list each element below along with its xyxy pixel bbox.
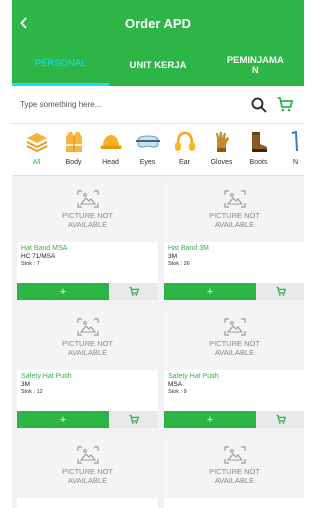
product-card[interactable]: PICTURE NOT AVAILABLE Safety Hat Putih 3… xyxy=(17,306,158,428)
image-placeholder-icon xyxy=(223,446,246,464)
app-header: Order APD xyxy=(12,0,304,46)
product-name: Hat Band MSA xyxy=(21,245,68,252)
goggles-icon xyxy=(135,135,160,148)
vest-icon xyxy=(65,132,82,152)
no-picture-text: PICTURE NOT AVAILABLE xyxy=(62,467,113,485)
add-to-cart-button[interactable] xyxy=(256,411,304,428)
product-info: Safety Hat Putih MSA Stok : 9 xyxy=(164,370,304,411)
glove-icon xyxy=(215,132,229,152)
product-image-placeholder: PICTURE NOT AVAILABLE xyxy=(164,178,304,242)
product-stock: Stok : 9 xyxy=(168,389,187,396)
hard-hat-icon xyxy=(100,135,121,149)
product-card[interactable]: PICTURE NOT AVAILABLE Safety Hat Putih M… xyxy=(164,306,304,428)
category-all[interactable]: All xyxy=(18,130,55,166)
category-boots[interactable]: Boots xyxy=(240,130,277,166)
page-title: Order APD xyxy=(125,15,191,31)
product-card[interactable]: PICTURE NOT AVAILABLE xyxy=(164,434,304,508)
category-ear[interactable]: Ear xyxy=(166,130,203,166)
product-info: Hat Band MSA HC 71/MSA Stok : 7 xyxy=(17,242,158,283)
category-gloves[interactable]: Gloves xyxy=(203,130,240,166)
product-name: Hat Band 3M xyxy=(168,245,209,252)
category-label: Eyes xyxy=(139,159,156,166)
product-card[interactable]: PICTURE NOT AVAILABLE xyxy=(17,434,158,508)
product-grid: PICTURE NOT AVAILABLE Hat Band MSA HC 71… xyxy=(17,178,304,508)
card-actions: + xyxy=(17,283,158,300)
product-name: Safety Hat Putih xyxy=(21,373,72,380)
search-bar xyxy=(12,86,304,124)
boot-icon xyxy=(251,132,267,152)
image-placeholder-icon xyxy=(76,446,99,464)
card-actions: + xyxy=(17,411,158,428)
add-to-cart-button[interactable] xyxy=(109,283,158,300)
add-to-cart-button[interactable] xyxy=(109,411,158,428)
image-placeholder-icon xyxy=(223,190,246,208)
product-info: Safety Hat Putih 3M Stok : 12 xyxy=(17,370,158,411)
product-brand: HC 71/MSA xyxy=(21,253,56,261)
search-button[interactable] xyxy=(246,92,272,118)
no-picture-text: PICTURE NOT AVAILABLE xyxy=(209,211,260,229)
image-placeholder-icon xyxy=(76,190,99,208)
product-brand: 3M xyxy=(168,253,178,261)
product-stock: Stok : 12 xyxy=(21,389,43,396)
product-stock: Stok : 7 xyxy=(21,261,40,268)
category-label: Gloves xyxy=(210,159,233,166)
category-label: All xyxy=(32,159,41,166)
category-more[interactable]: N xyxy=(277,130,304,166)
no-picture-text: PICTURE NOT AVAILABLE xyxy=(209,339,260,357)
product-image-placeholder: PICTURE NOT AVAILABLE xyxy=(164,434,304,498)
order-apd-screen: Order APD PERSONAL UNIT KERJA PEMINJAMA … xyxy=(12,0,304,508)
cart-icon xyxy=(129,415,139,424)
cart-icon xyxy=(276,415,286,424)
product-image-placeholder: PICTURE NOT AVAILABLE xyxy=(164,306,304,370)
add-button[interactable]: + xyxy=(17,411,109,428)
product-image-placeholder: PICTURE NOT AVAILABLE xyxy=(17,178,158,242)
left-edge xyxy=(0,0,12,508)
earmuff-icon xyxy=(174,131,195,151)
no-picture-text: PICTURE NOT AVAILABLE xyxy=(209,467,260,485)
product-brand: MSA xyxy=(168,381,183,389)
cart-icon xyxy=(276,287,286,296)
cart-icon xyxy=(129,287,139,296)
tab-bar: PERSONAL UNIT KERJA PEMINJAMA N xyxy=(12,46,304,86)
no-picture-text: PICTURE NOT AVAILABLE xyxy=(62,339,113,357)
category-label: Head xyxy=(102,159,119,166)
tab-personal[interactable]: PERSONAL xyxy=(12,46,110,86)
image-placeholder-icon xyxy=(223,318,246,336)
cart-icon xyxy=(277,97,293,112)
product-card[interactable]: PICTURE NOT AVAILABLE Hat Band MSA HC 71… xyxy=(17,178,158,300)
category-body[interactable]: Body xyxy=(55,130,92,166)
category-strip: All Body Head Eyes Ear Gloves Boots N xyxy=(12,124,304,176)
search-input[interactable] xyxy=(20,100,246,109)
add-to-cart-button[interactable] xyxy=(256,283,304,300)
tab-unit-kerja[interactable]: UNIT KERJA xyxy=(109,46,206,86)
chevron-left-icon xyxy=(20,17,27,29)
category-label: Ear xyxy=(179,159,190,166)
add-button[interactable]: + xyxy=(17,283,109,300)
product-stock: Stok : 26 xyxy=(168,261,190,268)
category-label: Boots xyxy=(249,159,268,166)
add-button[interactable]: + xyxy=(164,411,256,428)
add-button[interactable]: + xyxy=(164,283,256,300)
cart-button[interactable] xyxy=(272,92,298,118)
category-label: Body xyxy=(65,159,82,166)
category-head[interactable]: Head xyxy=(92,130,129,166)
tab-peminjaman[interactable]: PEMINJAMA N xyxy=(207,46,304,86)
category-label: N xyxy=(292,159,299,166)
product-info: Hat Band 3M 3M Stok : 26 xyxy=(164,242,304,283)
product-name: Safety Hat Putih xyxy=(168,373,219,380)
more-icon xyxy=(291,131,298,152)
layers-icon xyxy=(26,133,47,152)
product-image-placeholder: PICTURE NOT AVAILABLE xyxy=(17,306,158,370)
card-actions: + xyxy=(164,283,304,300)
search-icon xyxy=(251,97,267,113)
back-button[interactable] xyxy=(12,0,36,46)
no-picture-text: PICTURE NOT AVAILABLE xyxy=(62,211,113,229)
product-card[interactable]: PICTURE NOT AVAILABLE Hat Band 3M 3M Sto… xyxy=(164,178,304,300)
category-eyes[interactable]: Eyes xyxy=(129,130,166,166)
product-image-placeholder: PICTURE NOT AVAILABLE xyxy=(17,434,158,498)
card-actions: + xyxy=(164,411,304,428)
image-placeholder-icon xyxy=(76,318,99,336)
product-brand: 3M xyxy=(21,381,31,389)
